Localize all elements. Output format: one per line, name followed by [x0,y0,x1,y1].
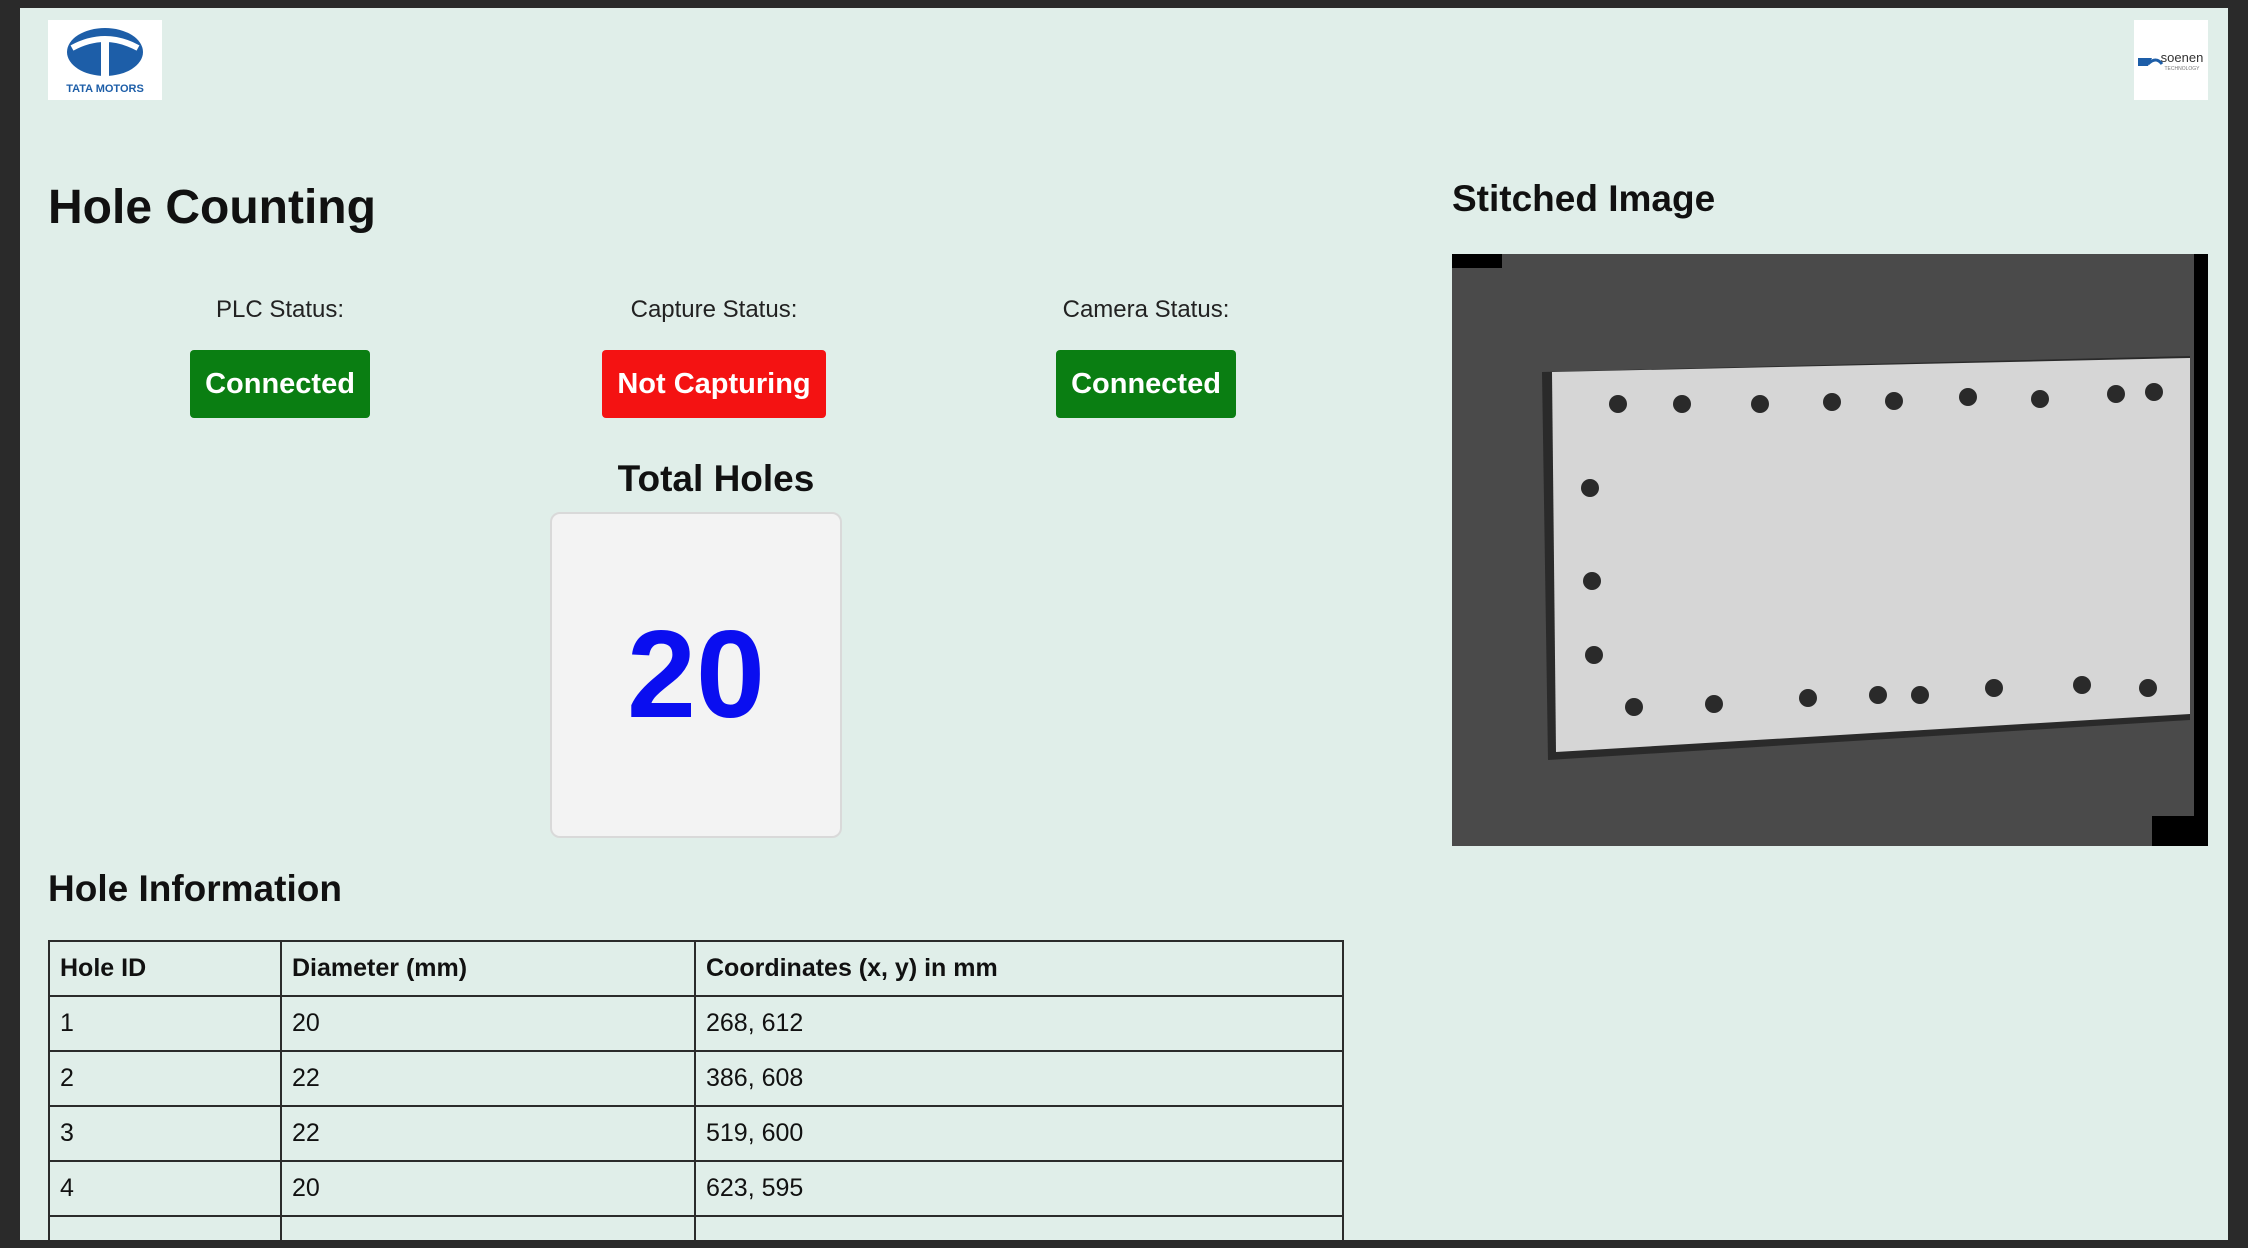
table-row [48,1215,1344,1240]
plc-status-badge: Connected [190,350,370,418]
table-row: 4 20 623, 595 [48,1160,1344,1217]
tata-logo-text: TATA MOTORS [66,83,144,95]
column-header-hole-id: Hole ID [48,940,282,997]
total-holes-card: 20 [550,512,842,838]
stitched-image [1452,254,2208,846]
stitched-image-title: Stitched Image [1452,178,1716,219]
tata-motors-logo: TATA MOTORS [48,20,162,100]
diameter-cell [280,1215,696,1240]
total-holes-value: 20 [627,606,765,744]
coordinates-cell: 386, 608 [694,1050,1344,1107]
hole-id-cell: 1 [48,995,282,1052]
table-row: 1 20 268, 612 [48,995,1344,1052]
plc-status-label: PLC Status: [215,296,345,323]
table-row: 3 22 519, 600 [48,1105,1344,1162]
coordinates-cell: 519, 600 [694,1105,1344,1162]
page-title: Hole Counting [48,181,376,234]
coordinates-cell: 268, 612 [694,995,1344,1052]
column-header-diameter: Diameter (mm) [280,940,696,997]
column-header-coordinates: Coordinates (x, y) in mm [694,940,1344,997]
camera-status: Camera Status: Connected [996,296,1296,418]
app-frame: TATA MOTORS soenen TECHNOLOGY Hole Count… [20,8,2228,1240]
hole-id-cell [48,1215,282,1240]
diameter-cell: 22 [280,1050,696,1107]
diameter-cell: 20 [280,1160,696,1217]
soenen-logo: soenen TECHNOLOGY [2134,20,2208,100]
hole-information-table: Hole ID Diameter (mm) Coordinates (x, y)… [48,940,1344,1240]
coordinates-cell [694,1215,1344,1240]
table-header-row: Hole ID Diameter (mm) Coordinates (x, y)… [48,940,1344,997]
soenen-logo-icon: soenen TECHNOLOGY [2138,50,2204,72]
coordinates-cell: 623, 595 [694,1160,1344,1217]
soenen-logo-subtext: TECHNOLOGY [2164,66,2200,72]
hole-id-cell: 3 [48,1105,282,1162]
total-holes-label: Total Holes [617,458,815,499]
hole-id-cell: 4 [48,1160,282,1217]
hole-id-cell: 2 [48,1050,282,1107]
camera-status-badge: Connected [1056,350,1236,418]
diameter-cell: 22 [280,1105,696,1162]
plc-status: PLC Status: Connected [130,296,430,418]
capture-status: Capture Status: Not Capturing [564,296,864,418]
tata-motors-logo-icon: TATA MOTORS [66,28,144,95]
capture-status-label: Capture Status: [630,296,798,323]
diameter-cell: 20 [280,995,696,1052]
table-row: 2 22 386, 608 [48,1050,1344,1107]
capture-status-badge: Not Capturing [602,350,826,418]
soenen-logo-text: soenen [2161,50,2204,65]
hole-information-title: Hole Information [48,868,342,909]
camera-status-label: Camera Status: [1062,296,1230,323]
